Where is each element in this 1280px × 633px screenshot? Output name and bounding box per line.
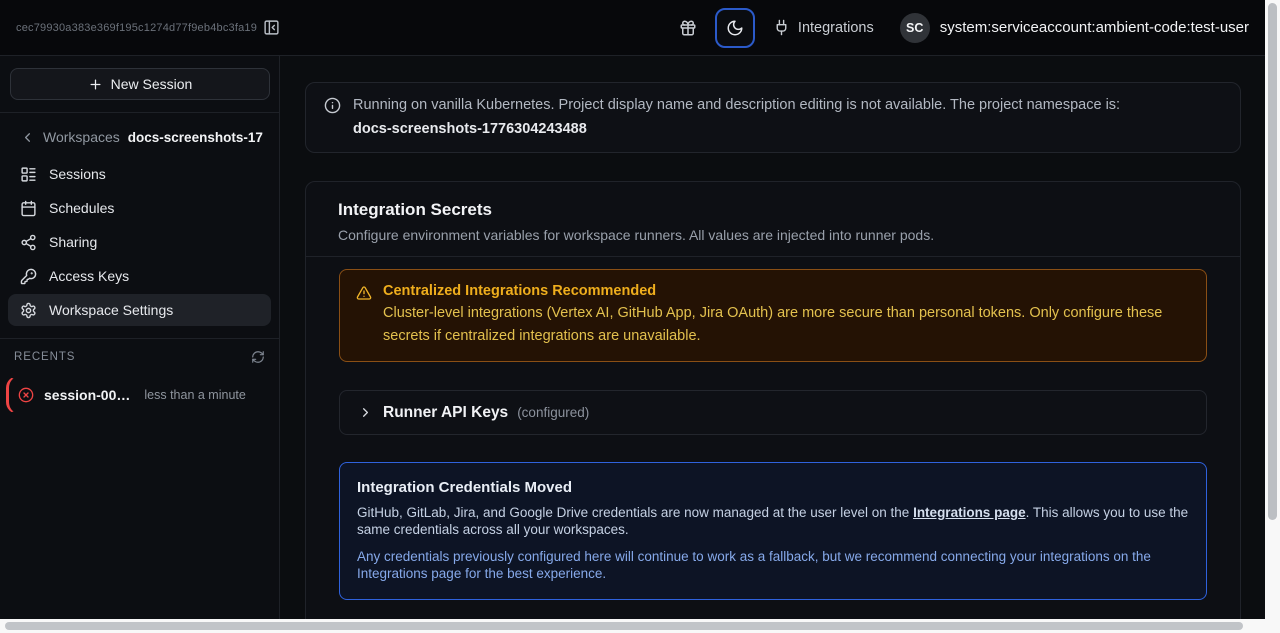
sidebar: New Session Workspaces docs-screenshots-… (0, 56, 280, 633)
card-header: Integration Secrets Configure environmen… (306, 182, 1240, 257)
recent-session-time: less than a minute (144, 388, 245, 402)
runner-api-keys-badge: (configured) (517, 405, 589, 420)
sidebar-nav: Sessions Schedules Sharing Access Keys W… (8, 158, 271, 326)
whats-new-button[interactable] (679, 19, 697, 37)
workspaces-breadcrumb: Workspaces docs-screenshots-17… (0, 113, 279, 151)
banner-namespace: docs-screenshots-1776304243488 (353, 119, 1120, 140)
schedules-icon (20, 200, 37, 217)
new-session-button[interactable]: New Session (10, 68, 270, 100)
topbar-actions: Integrations SC system:serviceaccount:am… (679, 8, 1249, 48)
vertical-scrollbar[interactable] (1265, 0, 1280, 619)
recents-title: RECENTS (14, 351, 75, 363)
card-title: Integration Secrets (338, 200, 1208, 220)
workspaces-label: Workspaces (43, 129, 120, 145)
integration-secrets-card: Integration Secrets Configure environmen… (305, 181, 1241, 633)
horizontal-scrollbar-thumb[interactable] (5, 622, 1243, 630)
sharing-icon (20, 234, 37, 251)
credentials-moved-paragraph-2: Any credentials previously configured he… (357, 549, 1189, 582)
workspace-hash: cec79930a383e369f195c1274d77f9eb4bc3fa19 (16, 22, 257, 34)
refresh-icon (251, 350, 265, 364)
credentials-moved-title: Integration Credentials Moved (357, 479, 1189, 496)
avatar[interactable]: SC (900, 13, 930, 43)
theme-toggle-button[interactable] (715, 8, 755, 48)
warning-title: Centralized Integrations Recommended (383, 283, 1190, 299)
info-icon (324, 97, 341, 140)
sidebar-item-sharing[interactable]: Sharing (8, 226, 271, 258)
recents-refresh-button[interactable] (251, 350, 265, 364)
top-bar: cec79930a383e369f195c1274d77f9eb4bc3fa19… (0, 0, 1265, 56)
sidebar-item-schedules[interactable]: Schedules (8, 192, 271, 224)
sidebar-item-label: Access Keys (49, 268, 129, 284)
sidebar-item-label: Sharing (49, 234, 97, 250)
card-body: Centralized Integrations Recommended Clu… (306, 257, 1240, 633)
banner-text-block: Running on vanilla Kubernetes. Project d… (353, 95, 1120, 140)
runner-api-keys-expander[interactable]: Runner API Keys (configured) (339, 390, 1207, 435)
chevron-left-icon (20, 130, 35, 145)
sidebar-item-sessions[interactable]: Sessions (8, 158, 271, 190)
kubernetes-info-banner: Running on vanilla Kubernetes. Project d… (305, 82, 1241, 153)
sidebar-collapse-button[interactable] (263, 19, 280, 36)
workspaces-back-button[interactable] (20, 130, 35, 145)
horizontal-scrollbar[interactable] (0, 619, 1265, 633)
sidebar-item-label: Schedules (49, 200, 114, 216)
card-subtitle: Configure environment variables for work… (338, 227, 1208, 243)
credentials-moved-paragraph-1: GitHub, GitLab, Jira, and Google Drive c… (357, 505, 1189, 538)
warning-text-block: Centralized Integrations Recommended Clu… (383, 283, 1190, 348)
plus-icon (88, 77, 103, 92)
main-content: Running on vanilla Kubernetes. Project d… (281, 56, 1265, 633)
chevron-right-icon (358, 405, 373, 420)
workspace-name: docs-screenshots-17… (128, 130, 263, 145)
warning-body: Cluster-level integrations (Vertex AI, G… (383, 302, 1190, 348)
panel-left-close-icon (263, 19, 280, 36)
runner-api-keys-title: Runner API Keys (383, 404, 508, 422)
recents-header: RECENTS (0, 339, 279, 370)
moon-icon (726, 19, 744, 37)
avatar-initials: SC (906, 21, 923, 35)
sidebar-item-label: Sessions (49, 166, 106, 182)
integrations-label: Integrations (798, 20, 874, 36)
integrations-page-link[interactable]: Integrations page (913, 505, 1026, 520)
banner-text: Running on vanilla Kubernetes. Project d… (353, 95, 1120, 116)
sidebar-item-label: Workspace Settings (49, 302, 173, 318)
sidebar-item-access-keys[interactable]: Access Keys (8, 260, 271, 292)
recent-session-item[interactable]: session-00… less than a minute (6, 376, 273, 414)
credentials-moved-notice: Integration Credentials Moved GitHub, Gi… (339, 462, 1207, 600)
integrations-button[interactable]: Integrations (773, 19, 874, 36)
centralized-integrations-warning: Centralized Integrations Recommended Clu… (339, 269, 1207, 362)
warning-triangle-icon (356, 285, 372, 348)
sessions-icon (20, 166, 37, 183)
new-session-label: New Session (111, 76, 193, 92)
username: system:serviceaccount:ambient-code:test-… (940, 19, 1249, 36)
gift-icon (679, 19, 697, 37)
sidebar-item-workspace-settings[interactable]: Workspace Settings (8, 294, 271, 326)
recent-session-name: session-00… (44, 387, 130, 403)
key-icon (20, 268, 37, 285)
gear-icon (20, 302, 37, 319)
scrollbar-corner (1265, 619, 1280, 633)
p1-before-link: GitHub, GitLab, Jira, and Google Drive c… (357, 505, 913, 520)
vertical-scrollbar-thumb[interactable] (1268, 3, 1277, 520)
error-circle-x-icon (18, 387, 34, 403)
plug-icon (773, 19, 790, 36)
